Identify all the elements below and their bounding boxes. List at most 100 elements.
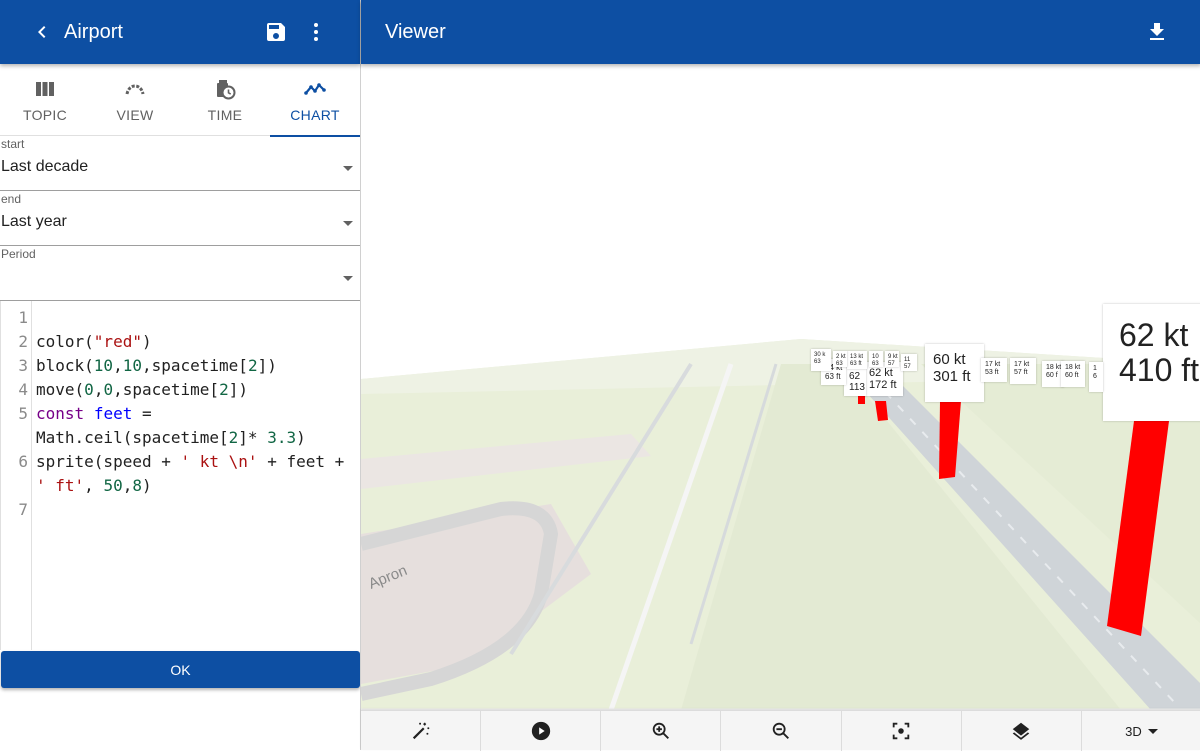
viewer-app-bar: Viewer bbox=[361, 0, 1200, 64]
code-line: sprite(speed + ' kt \n' + feet + bbox=[36, 452, 345, 471]
start-label: start bbox=[1, 137, 25, 151]
sprite-speed: 17 kt bbox=[985, 361, 1001, 368]
sprite-altitude: 60 ft bbox=[1065, 372, 1079, 379]
zoom-out-button[interactable] bbox=[721, 711, 842, 751]
sprite-altitude: 63 bbox=[836, 361, 843, 367]
sprite-altitude: 301 ft bbox=[933, 368, 971, 385]
sprite-label: 60 kt 301 ft bbox=[925, 344, 984, 402]
sprite-label: 11 57 bbox=[901, 354, 917, 371]
ok-button[interactable]: OK bbox=[1, 651, 360, 688]
dropdown-arrow-icon bbox=[343, 166, 353, 171]
line-number: 6 bbox=[18, 452, 28, 471]
sprite-speed: 2 kt bbox=[836, 354, 846, 360]
line-number: 7 bbox=[18, 500, 28, 519]
viewer-toolbar: 3D bbox=[361, 710, 1200, 751]
code-line: move(0,0,spacetime[2]) bbox=[36, 380, 248, 399]
sprite-label: 17 kt 53 ft bbox=[981, 358, 1007, 382]
play-icon bbox=[531, 721, 550, 741]
view-icon bbox=[125, 84, 145, 95]
sprite-speed: 18 kt bbox=[1046, 364, 1062, 371]
start-select[interactable]: start Last decade bbox=[0, 136, 360, 191]
focus-button[interactable] bbox=[842, 711, 962, 751]
magic-wand-icon bbox=[412, 722, 429, 740]
sprite-speed: 18 kt bbox=[1065, 364, 1081, 371]
chart-icon bbox=[304, 83, 326, 95]
sprite-speed: 13 kt bbox=[850, 354, 864, 360]
viewer-panel: Viewer Apron 62 kt 410 ft 60 kt 301 ft 6… bbox=[360, 0, 1200, 751]
code-line: Math.ceil(spacetime[2]* 3.3) bbox=[36, 428, 306, 447]
sprite-label: 62 113 bbox=[844, 366, 866, 396]
sprite-altitude: 57 ft bbox=[1014, 369, 1028, 376]
settings-panel: Airport TOPIC VIEW TIME CHART start Last… bbox=[0, 0, 360, 750]
sprite-speed: 17 kt bbox=[1014, 361, 1030, 368]
line-number: 1 bbox=[18, 308, 28, 327]
code-line: color("red") bbox=[36, 332, 152, 351]
code-line: ' ft', 50,8) bbox=[36, 476, 152, 495]
auto-fit-button[interactable] bbox=[361, 711, 482, 751]
sprite-label: 62 kt 172 ft bbox=[863, 362, 903, 396]
save-icon[interactable] bbox=[264, 20, 288, 44]
end-select[interactable]: end Last year bbox=[0, 191, 360, 246]
sprite-altitude: 63 bbox=[872, 361, 879, 367]
view-mode-label: 3D bbox=[1125, 723, 1142, 739]
sprite-speed: 1 bbox=[1093, 365, 1097, 372]
sprite-speed: 62 kt bbox=[1119, 317, 1189, 353]
tab-topic[interactable]: TOPIC bbox=[0, 64, 90, 136]
sprite-speed: 62 kt bbox=[869, 367, 893, 379]
zoom-in-button[interactable] bbox=[601, 711, 722, 751]
dropdown-arrow-icon bbox=[343, 276, 353, 281]
sprite-label: 9 kt 57 bbox=[885, 351, 899, 367]
sprite-label: 30 k 63 bbox=[811, 349, 831, 371]
sprite-label: 17 kt 57 ft bbox=[1010, 358, 1036, 384]
sprite-altitude: 53 ft bbox=[985, 369, 999, 376]
view-mode-select[interactable]: 3D bbox=[1082, 711, 1200, 751]
zoom-in-icon bbox=[652, 722, 669, 739]
code-line: const feet = bbox=[36, 404, 152, 423]
more-vert-icon[interactable] bbox=[304, 20, 328, 44]
sprite-label: 13 kt 63 ft bbox=[847, 351, 867, 369]
start-value: Last decade bbox=[1, 158, 89, 175]
sprite-label: 2 kt 63 bbox=[833, 351, 847, 367]
left-app-bar: Airport bbox=[0, 0, 360, 64]
tab-chart[interactable]: CHART bbox=[270, 64, 360, 137]
end-value: Last year bbox=[1, 213, 67, 230]
sprite-speed: 10 bbox=[872, 354, 879, 360]
tab-label: VIEW bbox=[116, 107, 154, 123]
sprite-speed: 9 kt bbox=[888, 354, 898, 360]
map-3d-view[interactable]: Apron 62 kt 410 ft 60 kt 301 ft 62 kt 172 ft 6… bbox=[361, 64, 1200, 710]
sprite-altitude: 63 ft bbox=[850, 361, 862, 367]
layers-button[interactable] bbox=[962, 711, 1082, 751]
download-icon[interactable] bbox=[1145, 20, 1169, 44]
sprite-label: 62 kt 410 ft bbox=[1103, 304, 1200, 421]
line-number: 4 bbox=[18, 380, 28, 399]
sprite-speed: 62 bbox=[849, 371, 861, 382]
sprite-altitude: 172 ft bbox=[869, 379, 897, 391]
columns-icon bbox=[36, 82, 54, 96]
tab-time[interactable]: TIME bbox=[180, 64, 270, 136]
focus-icon bbox=[892, 722, 910, 740]
end-label: end bbox=[1, 192, 22, 206]
tab-view[interactable]: VIEW bbox=[90, 64, 180, 136]
tab-label: TIME bbox=[207, 107, 243, 123]
map-canvas: Apron bbox=[361, 339, 1200, 710]
tab-label: TOPIC bbox=[22, 107, 68, 123]
sprite-altitude: 63 bbox=[814, 359, 821, 365]
bar-small bbox=[858, 396, 865, 404]
code-line: block(10,10,spacetime[2]) bbox=[36, 356, 277, 375]
sprite-speed: 30 k bbox=[814, 352, 826, 358]
period-select[interactable]: Period bbox=[0, 246, 360, 301]
code-editor[interactable]: 1 2 3 4 5 6 7 color("red") block(10,10,s… bbox=[0, 301, 360, 650]
chevron-down-icon bbox=[1147, 728, 1158, 734]
play-button[interactable] bbox=[481, 711, 602, 751]
line-number: 2 bbox=[18, 332, 28, 351]
sprite-label: 16 bbox=[1089, 362, 1103, 392]
sprite-altitude: 57 bbox=[888, 361, 895, 367]
sprite-altitude: 57 bbox=[904, 364, 911, 370]
back-icon[interactable] bbox=[30, 20, 54, 44]
sprite-altitude: 113 bbox=[849, 382, 865, 393]
sprite-label: 18 kt 60 ft bbox=[1061, 361, 1085, 387]
time-icon bbox=[217, 80, 236, 100]
sprite-speed: 60 kt bbox=[933, 351, 966, 368]
dropdown-arrow-icon bbox=[343, 221, 353, 226]
viewer-title: Viewer bbox=[385, 21, 446, 43]
